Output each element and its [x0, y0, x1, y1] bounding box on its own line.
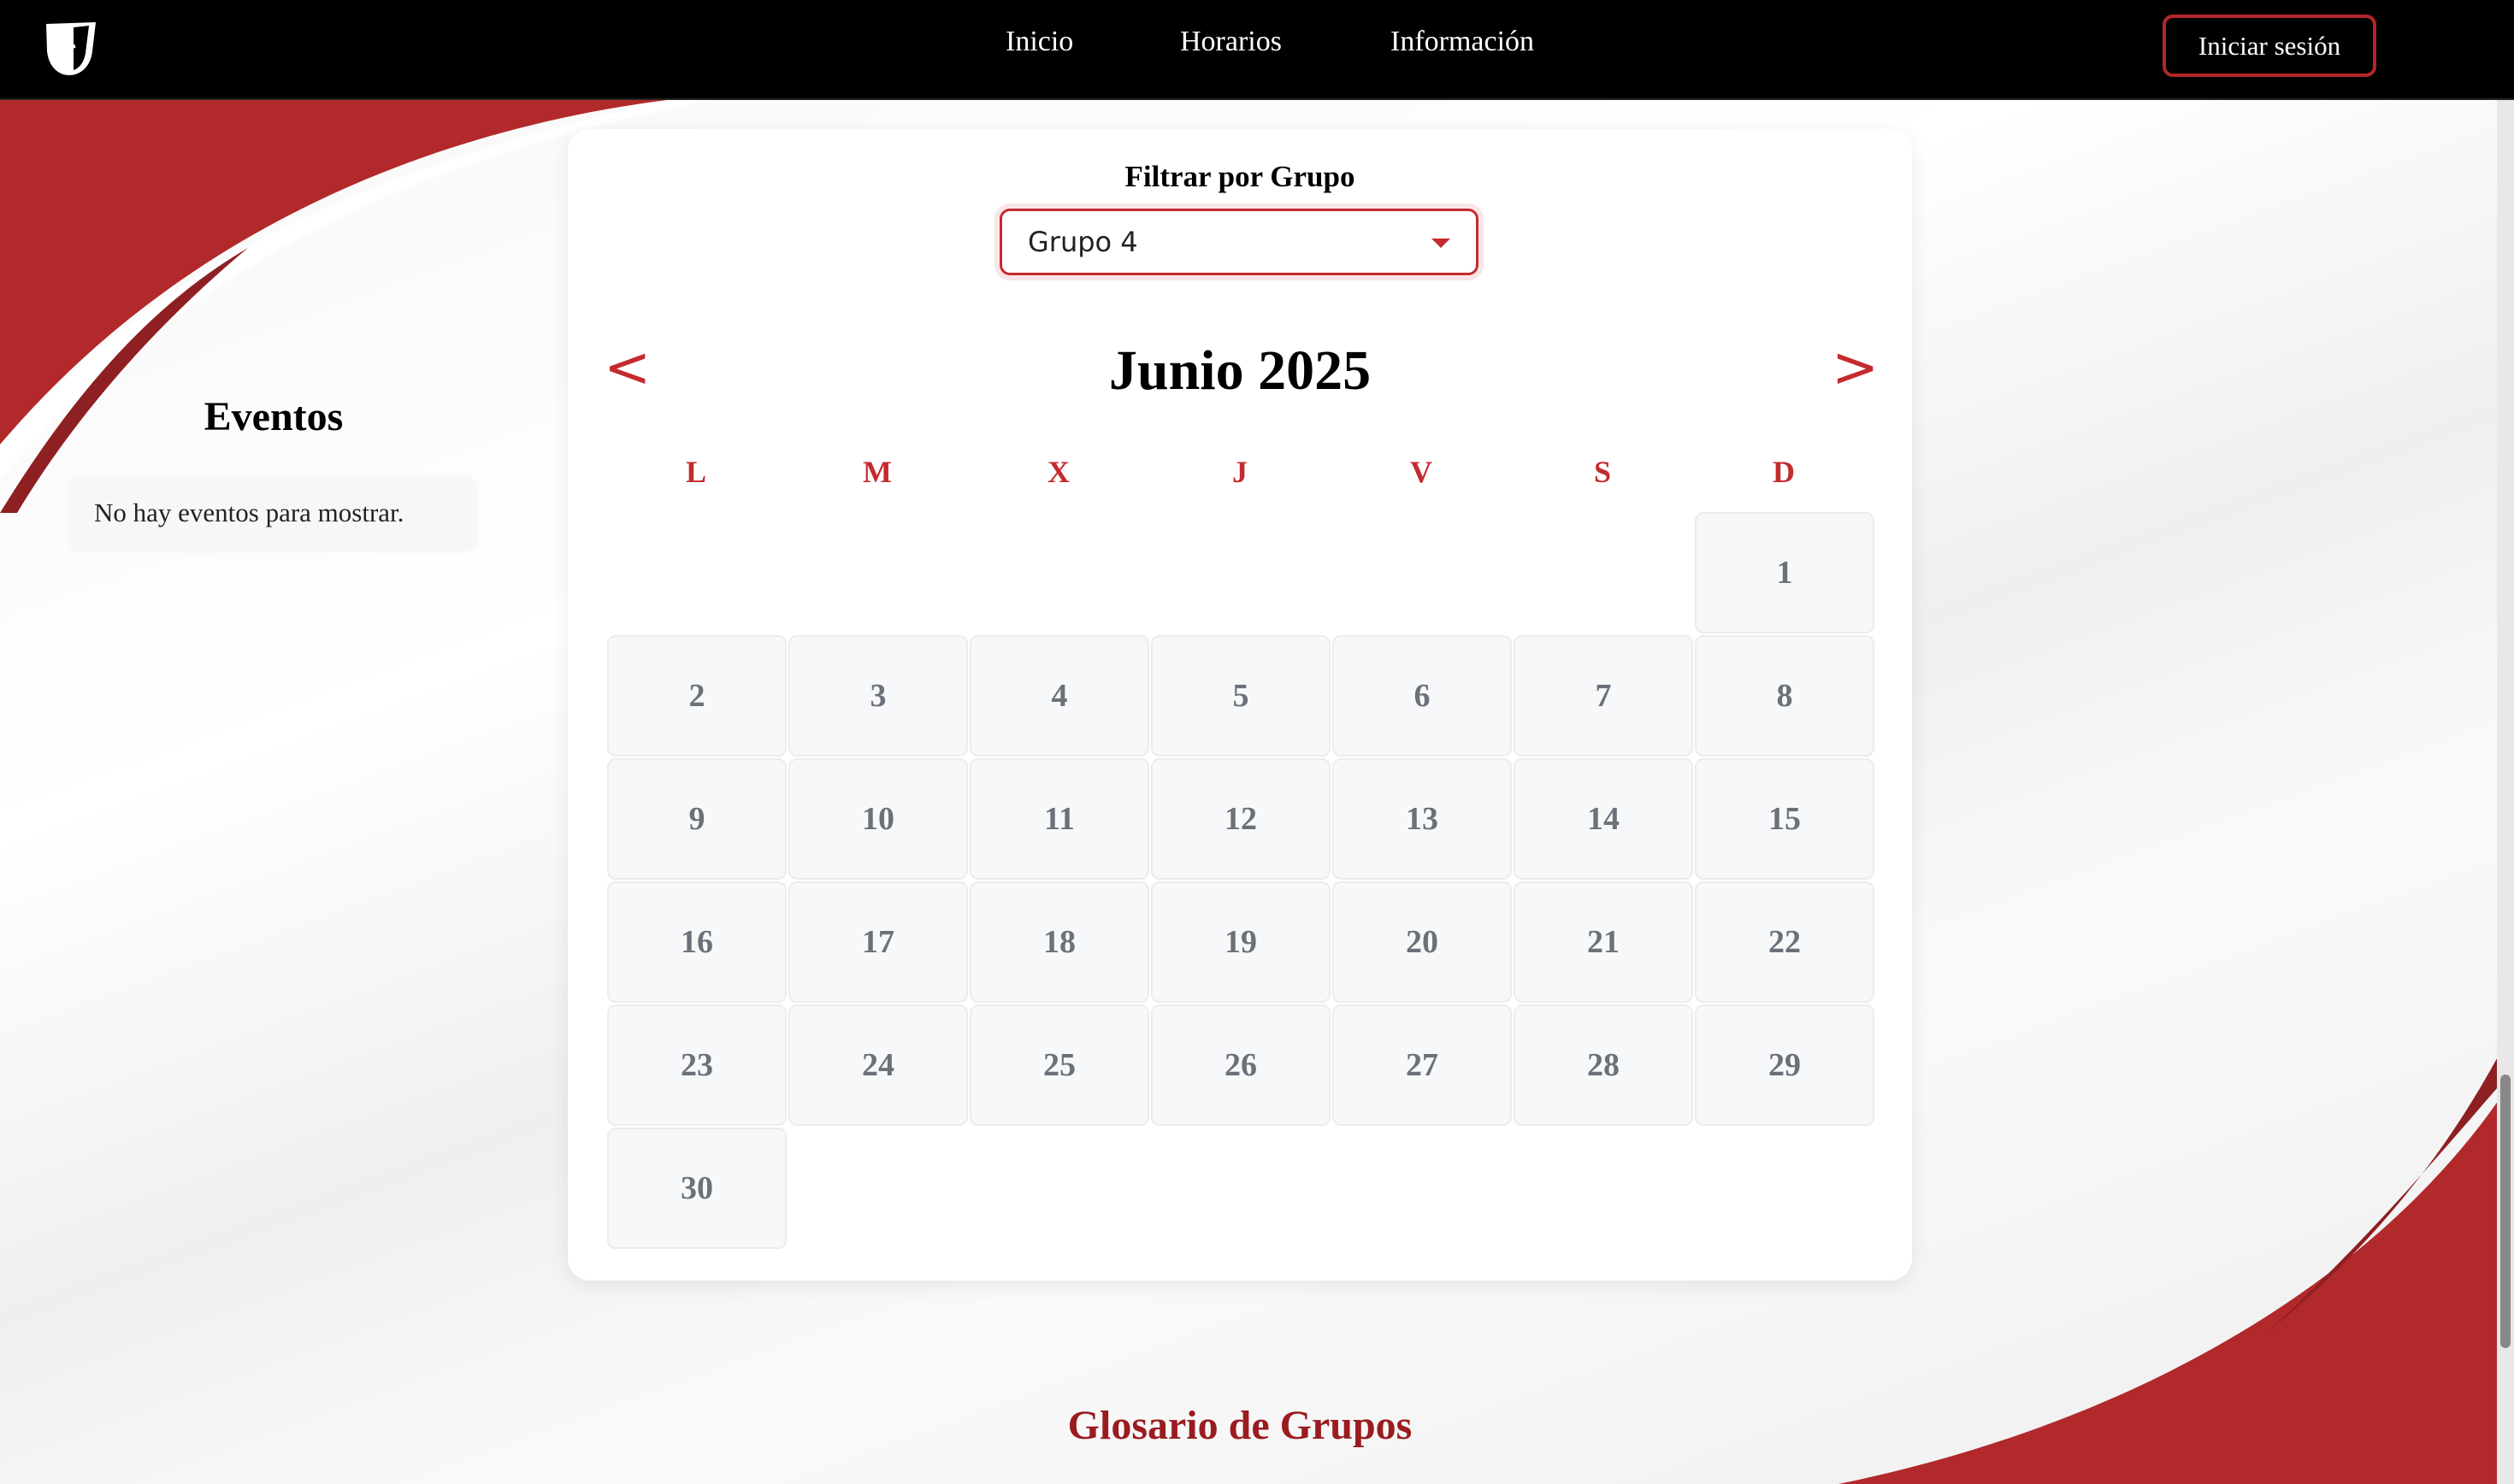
calendar-day[interactable]: 16: [607, 881, 787, 1003]
calendar-day[interactable]: 27: [1332, 1004, 1512, 1126]
calendar-day[interactable]: 14: [1514, 758, 1693, 880]
calendar-day[interactable]: 18: [970, 881, 1149, 1003]
events-title: Eventos: [204, 394, 344, 439]
calendar-day[interactable]: 20: [1332, 881, 1512, 1003]
login-button[interactable]: Iniciar sesión: [2163, 15, 2376, 77]
calendar-day[interactable]: 3: [788, 635, 968, 757]
group-select[interactable]: Grupo 4: [1000, 209, 1478, 275]
weekday-label: L: [685, 455, 706, 489]
month-title: Junio 2025: [1108, 339, 1372, 402]
calendar-day[interactable]: 7: [1514, 635, 1693, 757]
weekday-label: X: [1048, 455, 1070, 489]
calendar-day[interactable]: 28: [1514, 1004, 1693, 1126]
caret-down-icon: [1431, 238, 1450, 248]
calendar-day[interactable]: 26: [1151, 1004, 1331, 1126]
top-navbar: Inicio Horarios Información Iniciar sesi…: [0, 0, 2514, 100]
glossary-title: Glosario de Grupos: [1067, 1403, 1413, 1448]
calendar-day[interactable]: 11: [970, 758, 1149, 880]
weekday-label: M: [863, 455, 892, 489]
events-empty-message: No hay eventos para mostrar.: [68, 476, 477, 550]
calendar-day[interactable]: 12: [1151, 758, 1331, 880]
weekday-label: D: [1773, 455, 1795, 489]
calendar-day[interactable]: 8: [1695, 635, 1874, 757]
calendar-day[interactable]: 1: [1695, 512, 1874, 633]
calendar-day[interactable]: 4: [970, 635, 1149, 757]
calendar-day[interactable]: 6: [1332, 635, 1512, 757]
nav-link-informacion[interactable]: Información: [1390, 26, 1534, 58]
calendar-day[interactable]: 21: [1514, 881, 1693, 1003]
calendar-card: Filtrar por Grupo Grupo 4 < Junio 2025 >…: [568, 129, 1912, 1281]
filter-label: Filtrar por Grupo: [1124, 160, 1355, 193]
scrollbar-thumb[interactable]: [2500, 1075, 2511, 1348]
nav-link-horarios[interactable]: Horarios: [1180, 26, 1282, 58]
calendar-day[interactable]: 29: [1695, 1004, 1874, 1126]
weekday-label: V: [1410, 455, 1432, 489]
calendar-day[interactable]: 13: [1332, 758, 1512, 880]
nav-links: Inicio Horarios Información: [0, 0, 2514, 100]
calendar-day[interactable]: 10: [788, 758, 968, 880]
calendar-day[interactable]: 9: [607, 758, 787, 880]
calendar-day[interactable]: 17: [788, 881, 968, 1003]
calendar-day[interactable]: 24: [788, 1004, 968, 1126]
nav-link-inicio[interactable]: Inicio: [1006, 26, 1073, 58]
calendar-day[interactable]: 5: [1151, 635, 1331, 757]
next-month-button[interactable]: >: [1832, 339, 1879, 396]
group-select-value: Grupo 4: [1028, 226, 1138, 258]
calendar-day[interactable]: 22: [1695, 881, 1874, 1003]
calendar-day[interactable]: 15: [1695, 758, 1874, 880]
calendar-day[interactable]: 2: [607, 635, 787, 757]
page-scrollbar[interactable]: [2497, 100, 2514, 1484]
weekday-label: S: [1593, 455, 1612, 489]
calendar-day[interactable]: 19: [1151, 881, 1331, 1003]
weekday-label: J: [1232, 455, 1248, 489]
calendar-day[interactable]: 30: [607, 1128, 787, 1249]
calendar-day[interactable]: 25: [970, 1004, 1149, 1126]
calendar-day[interactable]: 23: [607, 1004, 787, 1126]
